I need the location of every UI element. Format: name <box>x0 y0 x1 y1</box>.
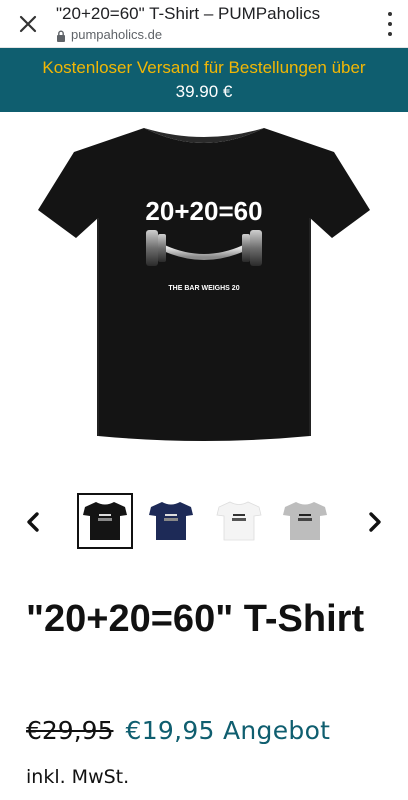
print-title: 20+20=60 <box>145 196 262 226</box>
url-row[interactable]: pumpaholics.de <box>56 27 368 42</box>
tax-note: inkl. MwSt. <box>26 766 130 788</box>
close-icon[interactable] <box>14 10 42 38</box>
title-block: "20+20=60" T-Shirt – PUMPaholics pumpaho… <box>56 4 368 42</box>
more-vert-icon[interactable] <box>384 12 396 36</box>
banner-line1: Kostenloser Versand für Bestellungen übe… <box>42 58 366 77</box>
sale-price: €19,95 Angebot <box>125 716 331 745</box>
tshirt-image: 20+20=60 THE BAR WEIGHS 20 <box>38 128 370 441</box>
old-price: €29,95 <box>26 716 114 745</box>
thumbnail-navy[interactable] <box>143 493 199 549</box>
page-title: "20+20=60" T-Shirt – PUMPaholics <box>56 4 321 23</box>
thumbnail-carousel <box>0 493 408 565</box>
chevron-right-icon[interactable] <box>364 507 386 537</box>
thumbnail-grey[interactable] <box>277 493 333 549</box>
browser-toolbar: "20+20=60" T-Shirt – PUMPaholics pumpaho… <box>0 0 408 48</box>
product-title: "20+20=60" T-Shirt <box>26 598 365 640</box>
chevron-left-icon[interactable] <box>22 507 44 537</box>
price-row: €29,95 €19,95 Angebot <box>26 716 330 745</box>
thumbnail-black[interactable] <box>77 493 133 549</box>
url-text: pumpaholics.de <box>71 27 163 42</box>
product-main-image[interactable]: 20+20=60 THE BAR WEIGHS 20 <box>0 112 408 478</box>
print-caption: THE BAR WEIGHS 20 <box>168 285 239 292</box>
shipping-banner: Kostenloser Versand für Bestellungen übe… <box>0 48 408 112</box>
thumbnail-white[interactable] <box>211 493 267 549</box>
banner-line2: 39.90 € <box>175 82 233 101</box>
lock-icon <box>56 29 66 42</box>
